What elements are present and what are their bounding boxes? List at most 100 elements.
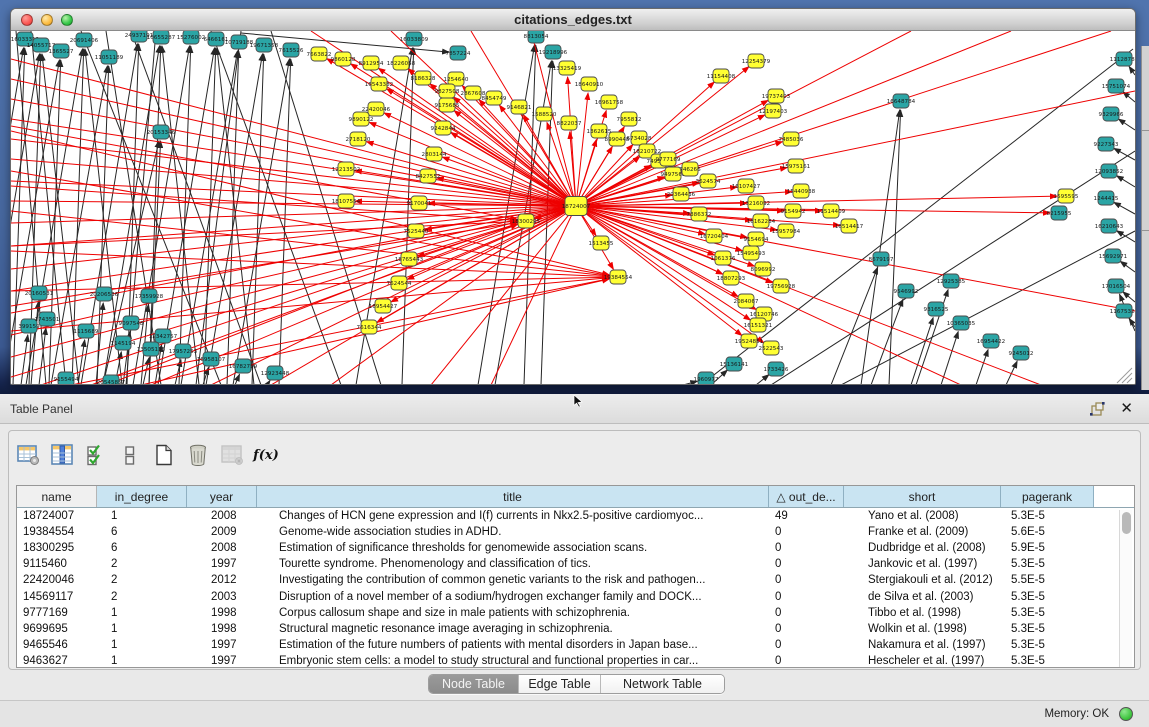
graph-node[interactable]: 15751074 [1102, 79, 1131, 93]
column-header-pagerank[interactable]: pagerank [1001, 486, 1094, 507]
column-header-short[interactable]: short [844, 486, 1001, 507]
deselect-all-icon[interactable] [118, 443, 142, 467]
column-header-name[interactable]: name [17, 486, 97, 507]
graph-node-label: 19524851 [735, 339, 764, 345]
table-settings-icon[interactable] [16, 443, 40, 467]
graph-node[interactable]: 16961758 [595, 95, 624, 109]
graph-node[interactable]: 1733426 [764, 362, 789, 376]
graph-node[interactable]: 18640910 [575, 77, 604, 91]
select-column-icon[interactable] [50, 443, 74, 467]
graph-node[interactable]: 9154694 [744, 232, 769, 246]
graph-node[interactable]: 3624574 [696, 174, 721, 188]
tab-edge-table[interactable]: Edge Table [519, 675, 601, 693]
select-all-icon[interactable] [84, 443, 108, 467]
resize-grip[interactable] [1117, 368, 1132, 383]
table-row[interactable]: 1830029562008Estimation of significance … [17, 540, 1134, 556]
table-row[interactable]: 969969511998Structural magnetic resonanc… [17, 621, 1134, 637]
graph-node[interactable]: 15440938 [787, 184, 816, 198]
graph-node[interactable]: 9245012 [1009, 346, 1034, 360]
graph-node[interactable]: 16107427 [732, 179, 761, 193]
graph-node[interactable]: 13216092 [742, 196, 770, 210]
graph-node[interactable]: 16162284 [747, 214, 776, 228]
graph-node[interactable]: 9170041 [407, 196, 432, 210]
table-row[interactable]: 946554611997Estimation of the future num… [17, 637, 1134, 653]
graph-node[interactable]: 12254379 [742, 54, 771, 68]
graph-node[interactable]: 746266 [679, 162, 701, 176]
graph-node[interactable]: 12093852 [1095, 164, 1123, 178]
table-row[interactable]: 977716911998Corpus callosum shape and si… [17, 605, 1134, 621]
graph-node[interactable]: 2718120 [346, 132, 371, 146]
graph-node[interactable]: 15495493 [737, 246, 766, 260]
graph-node[interactable]: 1513455 [589, 236, 614, 250]
graph-node[interactable]: 15136141 [720, 357, 749, 371]
graph-node[interactable]: 17957253 [169, 344, 198, 358]
graph-node[interactable]: 2803144 [422, 147, 447, 161]
graph-node[interactable]: 7485036 [779, 132, 804, 146]
graph-node[interactable]: 15957984 [772, 224, 801, 238]
graph-node[interactable]: 6734028 [627, 131, 652, 145]
graph-node[interactable]: 9154942 [781, 204, 806, 218]
graph-node[interactable]: 8822037 [557, 116, 582, 130]
graph-node[interactable]: 8912954 [359, 56, 384, 70]
graph-node[interactable]: 8813054 [524, 31, 549, 43]
tab-node-table[interactable]: Node Table [429, 675, 519, 693]
column-header-title[interactable]: title [257, 486, 769, 507]
graph-node[interactable]: 15975161 [782, 159, 811, 173]
close-icon[interactable]: ✕ [1120, 399, 1133, 417]
graph-node[interactable]: 7615526 [279, 43, 304, 57]
graph-node[interactable]: 16543382 [365, 77, 393, 91]
graph-node[interactable]: 9329966 [1099, 107, 1124, 121]
column-header-year[interactable]: year [187, 486, 257, 507]
new-column-icon[interactable] [152, 443, 176, 467]
graph-node[interactable]: 17016504 [1102, 279, 1131, 293]
graph-node[interactable]: 8679197 [869, 252, 894, 266]
graph-node[interactable]: 19384554 [604, 270, 633, 284]
graph-node[interactable]: 9146821 [507, 100, 532, 114]
table-row[interactable]: 946362711997Embryonic stem cells: a mode… [17, 653, 1134, 668]
graph-node[interactable]: 16514417 [835, 219, 864, 233]
node-table[interactable]: namein_degreeyeartitle△ out_de...shortpa… [16, 485, 1135, 668]
graph-node[interactable]: 19218996 [539, 45, 568, 59]
table-row[interactable]: 1938455462009Genome-wide association stu… [17, 524, 1134, 540]
delete-column-icon[interactable] [186, 443, 210, 467]
graph-node[interactable]: 16954422 [977, 334, 1005, 348]
graph-node[interactable]: 20691406 [70, 33, 99, 47]
graph-node[interactable]: 12923448 [261, 366, 290, 380]
table-scrollbar-thumb[interactable] [1122, 512, 1131, 534]
graph-node[interactable]: 9097548 [119, 316, 144, 330]
table-row[interactable]: 911546021997Tourette syndrome. Phenomeno… [17, 556, 1134, 572]
table-row[interactable]: 2242004622012Investigating the contribut… [17, 572, 1134, 588]
tab-network-table[interactable]: Network Table [601, 675, 724, 693]
table-row[interactable]: 1872400712008Changes of HCN gene express… [17, 508, 1134, 524]
function-builder-icon[interactable]: f(x) [254, 443, 278, 467]
graph-node[interactable]: 15692971 [1099, 249, 1128, 263]
graph-node[interactable]: 11675329 [1110, 304, 1135, 318]
float-window-icon[interactable] [1089, 401, 1105, 417]
network-graph[interactable]: 1603331214055717136552720691406110511892… [11, 31, 1135, 385]
graph-node[interactable]: 11051189 [95, 50, 124, 64]
graph-node[interactable]: 9546992 [894, 284, 919, 298]
column-header-out_de[interactable]: △ out_de... [769, 486, 844, 507]
graph-node[interactable]: 7955812 [617, 112, 642, 126]
network-canvas[interactable]: 1603331214055717136552720691406110511892… [11, 31, 1135, 385]
network-window-titlebar[interactable]: citations_edges.txt [11, 9, 1135, 31]
table-row[interactable]: 1456911722003Disruption of a novel membe… [17, 588, 1134, 604]
graph-node[interactable]: 10365035 [947, 316, 976, 330]
graph-node[interactable]: 9860128 [331, 52, 356, 66]
graph-node[interactable]: 7857224 [446, 46, 471, 60]
graph-node[interactable]: 1115689 [74, 324, 99, 338]
graph-node[interactable]: 1145194 [111, 336, 136, 350]
graph-node[interactable]: 8096992 [751, 262, 776, 276]
graph-node[interactable]: 9316525 [924, 302, 949, 316]
column-header-in_degree[interactable]: in_degree [97, 486, 187, 507]
graph-node[interactable]: 15276002 [177, 31, 205, 44]
graph-node[interactable]: 11514409 [817, 204, 846, 218]
graph-node[interactable]: 18226058 [387, 56, 416, 70]
graph-node[interactable]: 16210643 [1095, 219, 1124, 233]
table-scrollbar[interactable] [1119, 510, 1132, 667]
graph-hub-node[interactable]: 18724007 [562, 197, 591, 216]
graph-node[interactable]: 13325419 [553, 61, 582, 75]
graph-node[interactable]: 8186328 [411, 71, 436, 85]
graph-node[interactable]: 8215955 [1047, 206, 1072, 220]
network-window[interactable]: citations_edges.txt 16033312140557171365… [10, 8, 1136, 385]
